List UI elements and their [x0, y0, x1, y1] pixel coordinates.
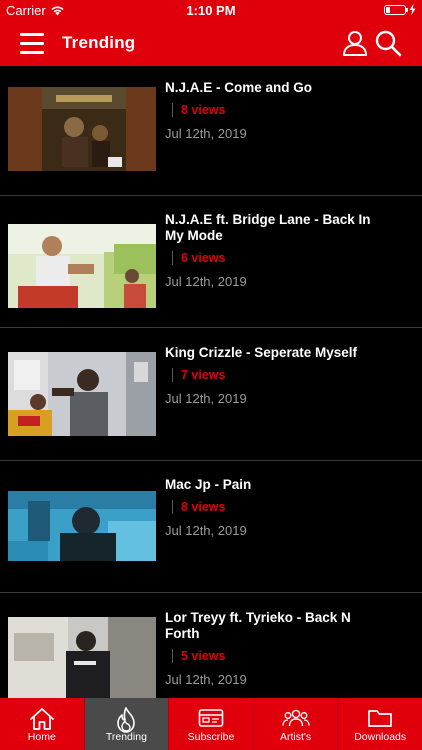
view-count: 8 views: [172, 103, 225, 117]
view-count: 5 views: [172, 649, 225, 663]
list-divider: [0, 592, 422, 593]
video-date: Jul 12th, 2019: [165, 274, 247, 289]
battery-status: [384, 4, 416, 15]
status-bar: Carrier 1:10 PM: [0, 0, 422, 22]
status-time: 1:10 PM: [186, 3, 236, 18]
video-thumbnail[interactable]: [8, 87, 156, 171]
video-thumbnail-image: [8, 617, 156, 698]
video-date: Jul 12th, 2019: [165, 672, 247, 687]
battery-level: [386, 6, 390, 13]
video-list-item[interactable]: Mac Jp - Pain 8 views Jul 12th, 2019: [0, 463, 422, 595]
home-icon: [29, 708, 54, 730]
video-thumbnail[interactable]: [8, 617, 156, 698]
tab-label: Downloads: [354, 731, 407, 743]
video-date: Jul 12th, 2019: [165, 523, 247, 538]
video-thumbnail[interactable]: [8, 352, 156, 436]
app-screen: Carrier 1:10 PM Trending N.J.A.E - Come …: [0, 0, 422, 750]
tab-home[interactable]: Home: [0, 698, 85, 750]
battery-icon: [384, 4, 408, 15]
tab-label: Artist's: [279, 731, 312, 743]
video-thumbnail[interactable]: [8, 491, 156, 575]
video-thumbnail[interactable]: [8, 224, 156, 308]
video-thumbnail-image: [8, 87, 156, 171]
view-count: 8 views: [172, 500, 225, 514]
folder-icon: [368, 710, 393, 727]
video-list: N.J.A.E - Come and Go 8 views Jul 12th, …: [0, 66, 422, 698]
video-title: N.J.A.E - Come and Go: [165, 80, 313, 95]
tab-subscribe[interactable]: Subscribe: [169, 698, 254, 750]
view-count: 7 views: [172, 368, 225, 382]
list-divider: [0, 195, 422, 196]
bottom-tab-bar: Home Trending Subscribe Artist's Downloa…: [0, 698, 422, 750]
video-title: Mac Jp - Pain: [165, 477, 252, 492]
video-list-item[interactable]: King Crizzle - Seperate Myself 7 views J…: [0, 331, 422, 463]
page-title: Trending: [62, 33, 136, 52]
tab-downloads[interactable]: Downloads: [338, 698, 422, 750]
flame-icon: [117, 707, 136, 733]
video-title: N.J.A.E ft. Bridge Lane - Back In My Mod…: [165, 212, 371, 243]
tab-label: Trending: [105, 731, 147, 743]
tab-label: Home: [27, 731, 56, 743]
charging-bolt-icon: [409, 4, 416, 15]
video-list-item[interactable]: N.J.A.E - Come and Go 8 views Jul 12th, …: [0, 66, 422, 198]
video-thumbnail-image: [8, 224, 156, 308]
list-divider: [0, 460, 422, 461]
menu-icon[interactable]: [20, 33, 44, 55]
search-icon[interactable]: [374, 29, 402, 57]
video-list-item[interactable]: Lor Treyy ft. Tyrieko - Back N Forth 5 v…: [0, 596, 422, 698]
user-icon[interactable]: [341, 29, 369, 57]
tab-label: Subscribe: [187, 731, 235, 743]
view-count: 6 views: [172, 251, 225, 265]
tab-artists[interactable]: Artist's: [254, 698, 339, 750]
video-date: Jul 12th, 2019: [165, 126, 247, 141]
video-title: Lor Treyy ft. Tyrieko - Back N Forth: [165, 610, 351, 641]
video-thumbnail-image: [8, 491, 156, 561]
top-nav-bar: Trending: [0, 22, 422, 66]
video-title: King Crizzle - Seperate Myself: [165, 345, 358, 360]
video-thumbnail-image: [8, 352, 156, 436]
tab-trending[interactable]: Trending: [84, 698, 170, 750]
video-date: Jul 12th, 2019: [165, 391, 247, 406]
ticket-icon: [198, 709, 224, 727]
list-divider: [0, 327, 422, 328]
video-list-item[interactable]: N.J.A.E ft. Bridge Lane - Back In My Mod…: [0, 198, 422, 330]
group-icon: [281, 709, 310, 727]
